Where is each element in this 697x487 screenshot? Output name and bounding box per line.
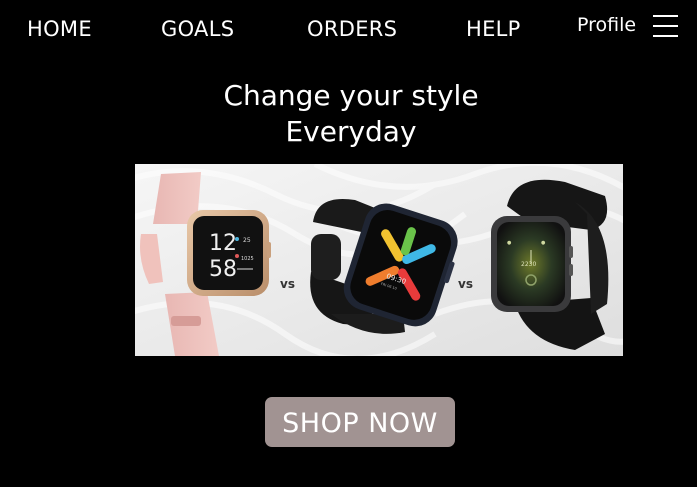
watch1-hours: 12: [209, 231, 237, 256]
svg-text:●: ●: [541, 240, 546, 246]
vs-label-2: vs: [458, 277, 473, 291]
page: HOME GOALS ORDERS HELP Profile Change yo…: [0, 0, 697, 487]
nav-goals[interactable]: GOALS: [161, 17, 234, 41]
vs-label-1: vs: [280, 277, 295, 291]
nav-help[interactable]: HELP: [466, 17, 521, 41]
smartwatch-banner-image: 12 58 25 1025 vs 09:30 FRI 06 10 vs ● ● …: [135, 164, 623, 356]
svg-text:●: ●: [507, 240, 512, 246]
hero-headline-line2: Everyday: [285, 115, 417, 148]
nav-home[interactable]: HOME: [27, 17, 92, 41]
hamburger-menu-icon[interactable]: [653, 15, 678, 37]
watch1-date: 25: [243, 237, 251, 244]
watch1-minutes: 58: [209, 257, 237, 282]
nav-orders[interactable]: ORDERS: [307, 17, 397, 41]
watch3-time: 2230: [521, 261, 536, 268]
shop-now-button[interactable]: SHOP NOW: [265, 397, 455, 447]
nav-profile[interactable]: Profile: [577, 14, 636, 36]
hero-headline-line1: Change your style: [223, 79, 479, 112]
watch1-steps: 1025: [241, 256, 254, 262]
